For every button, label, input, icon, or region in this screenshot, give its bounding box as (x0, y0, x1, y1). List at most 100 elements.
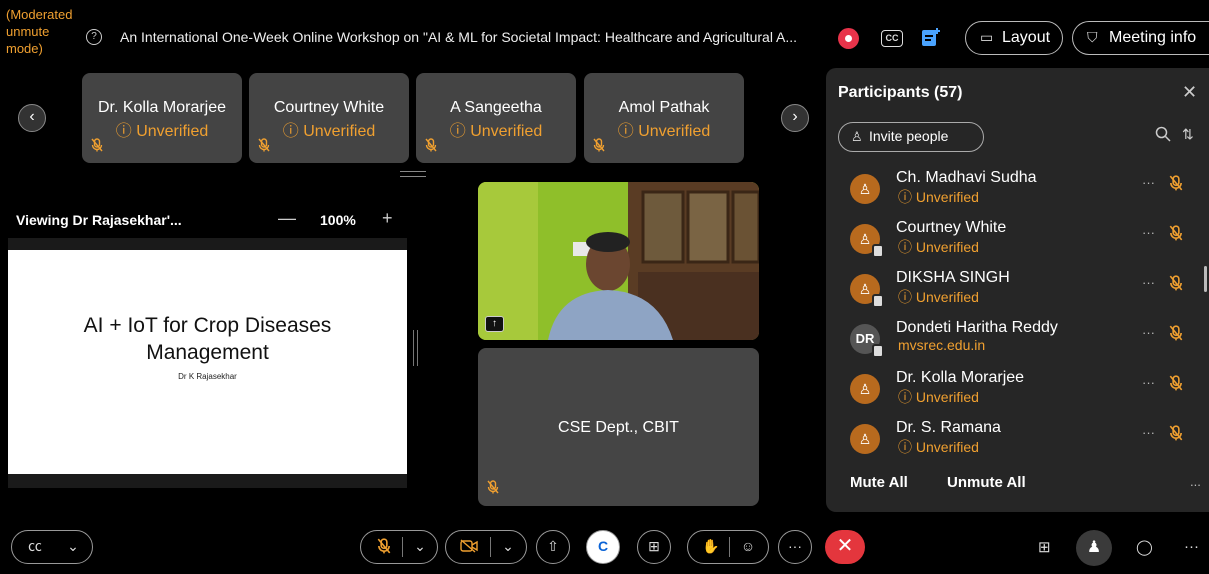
chat-icon[interactable]: ◯ (1136, 538, 1153, 556)
more-options-icon[interactable]: ··· (778, 530, 812, 564)
participant-status: ⓘ Unverified (898, 289, 979, 305)
recording-icon[interactable] (838, 28, 859, 49)
muted-mic-icon[interactable] (1169, 275, 1183, 296)
participant-row[interactable]: ♙ Dr. S. Ramana ⓘ Unverified ··· (826, 412, 1209, 458)
participant-tile[interactable]: A Sangeetha ⓘ Unverified (416, 73, 576, 163)
emoji-icon[interactable]: ☺ (732, 531, 764, 562)
tile-name: A Sangeetha (450, 99, 542, 116)
avatar: ♙ (850, 424, 880, 454)
tile-status: ⓘ Unverified (617, 123, 711, 140)
layout-grid-icon[interactable]: ⊞ (1038, 538, 1051, 556)
invite-people-button[interactable]: ♙ Invite people (838, 122, 984, 152)
share-screen-button[interactable]: ⇧ (536, 530, 570, 564)
previous-page-button[interactable]: ‹ (18, 104, 46, 132)
participant-row[interactable]: ♙ Ch. Madhavi Sudha ⓘ Unverified ··· (826, 162, 1209, 212)
captions-control[interactable]: ㏄ ⌄ (11, 530, 93, 564)
chevron-down-icon[interactable]: ⌄ (405, 531, 435, 562)
participant-list: ♙ Ch. Madhavi Sudha ⓘ Unverified ··· ♙ C… (826, 162, 1209, 458)
participant-tile[interactable]: Amol Pathak ⓘ Unverified (584, 73, 744, 163)
zoom-in-button[interactable]: + (382, 208, 393, 229)
participant-row[interactable]: DR Dondeti Haritha Reddy mvsrec.edu.in ·… (826, 312, 1209, 362)
more-options-icon[interactable]: ··· (1142, 175, 1155, 190)
panel-more-options-icon[interactable]: ... (1190, 474, 1201, 489)
info-icon[interactable]: ? (86, 29, 102, 45)
participants-toggle-icon[interactable]: ♟ (1076, 530, 1112, 566)
muted-mic-icon[interactable] (1169, 175, 1183, 196)
webex-assistant-icon[interactable]: C (586, 530, 620, 564)
tile-status: ⓘ Unverified (449, 123, 543, 140)
device-icon (872, 244, 884, 258)
muted-mic-icon[interactable] (1169, 325, 1183, 346)
reactions-control[interactable]: ✋ ☺ (687, 530, 769, 564)
participant-tile-large[interactable]: CSE Dept., CBIT (478, 348, 759, 506)
participant-name: Courtney White (896, 219, 1007, 236)
participant-status: ⓘ Unverified (898, 239, 979, 255)
participant-status: ⓘ Unverified (898, 189, 979, 205)
slide-title: AI + IoT for Crop Diseases Management (83, 314, 332, 364)
speaker-video[interactable]: ↑ (478, 182, 759, 340)
participant-name: Dondeti Haritha Reddy (896, 319, 1058, 336)
meeting-info-button[interactable]: ⛉ Meeting info (1072, 21, 1209, 55)
muted-mic-icon[interactable] (1169, 425, 1183, 446)
next-page-button[interactable]: › (781, 104, 809, 132)
participants-panel: Participants (57) ✕ ♙ Invite people ⇅ ♙ … (826, 68, 1209, 512)
moderated-unmute-label: (Moderated unmute mode) (6, 7, 73, 56)
more-options-icon[interactable]: ··· (1142, 225, 1155, 240)
more-options-icon[interactable]: ··· (1142, 425, 1155, 440)
more-options-icon[interactable]: ··· (1184, 538, 1199, 555)
bottom-control-bar: ㏄ ⌄ ⌄ ⌄ ⇧ C ⊞ ✋ ☺ ··· ✕ ⊞ ♟ ◯ ··· (0, 516, 1209, 574)
meeting-info-label: Meeting info (1109, 29, 1197, 46)
unmute-all-button[interactable]: Unmute All (947, 474, 1026, 491)
participant-row[interactable]: ♙ Courtney White ⓘ Unverified ··· (826, 212, 1209, 262)
participant-name: DIKSHA SINGH (896, 269, 1010, 286)
search-icon[interactable] (1155, 126, 1171, 142)
microphone-control[interactable]: ⌄ (360, 530, 438, 564)
tile-name: CSE Dept., CBIT (558, 419, 679, 436)
avatar: ♙ (850, 174, 880, 204)
meeting-title: An International One-Week Online Worksho… (120, 29, 798, 45)
closed-captions-icon[interactable]: CC (881, 30, 903, 47)
tile-status: ⓘ Unverified (115, 123, 209, 140)
close-icon[interactable]: ✕ (1182, 82, 1197, 103)
raise-hand-icon[interactable]: ✋ (694, 531, 728, 562)
participant-tile[interactable]: Courtney White ⓘ Unverified (249, 73, 409, 163)
participant-list-scrollbar[interactable] (1204, 266, 1207, 292)
leave-meeting-button[interactable]: ✕ (825, 530, 865, 564)
muted-mic-icon[interactable] (1169, 225, 1183, 246)
zoom-level: 100% (320, 212, 356, 228)
closed-captions-icon[interactable]: ㏄ (18, 531, 52, 562)
more-options-icon[interactable]: ··· (1142, 275, 1155, 290)
participant-name: Dr. S. Ramana (896, 419, 1001, 436)
more-options-icon[interactable]: ··· (1142, 375, 1155, 390)
participant-row[interactable]: ♙ DIKSHA SINGH ⓘ Unverified ··· (826, 262, 1209, 312)
presentation-slide: AI + IoT for Crop Diseases Management Dr… (8, 250, 407, 474)
apps-icon[interactable] (920, 26, 942, 48)
muted-mic-icon (91, 138, 103, 157)
viewing-share-label: Viewing Dr Rajasekhar'... (16, 212, 182, 228)
video-off-icon[interactable] (452, 531, 486, 562)
layout-button[interactable]: ▭ Layout (965, 21, 1063, 55)
mute-all-button[interactable]: Mute All (850, 474, 908, 491)
participant-row[interactable]: ♙ Dr. Kolla Morarjee ⓘ Unverified ··· (826, 362, 1209, 412)
sort-icon[interactable]: ⇅ (1182, 126, 1194, 143)
zoom-out-button[interactable]: — (278, 208, 296, 229)
camera-control[interactable]: ⌄ (445, 530, 527, 564)
shared-content-view[interactable]: AI + IoT for Crop Diseases Management Dr… (8, 238, 407, 488)
participant-name: Dr. Kolla Morarjee (896, 369, 1025, 386)
muted-mic-icon[interactable] (1169, 375, 1183, 396)
chevron-down-icon[interactable]: ⌄ (58, 531, 88, 562)
layout-icon: ▭ (980, 29, 994, 45)
device-icon (872, 294, 884, 308)
share-screen-badge-icon: ↑ (485, 316, 504, 332)
layout-label: Layout (1002, 29, 1051, 46)
more-options-icon[interactable]: ··· (1142, 325, 1155, 340)
mute-mic-icon[interactable] (367, 531, 401, 562)
participant-tile[interactable]: Dr. Kolla Morarjee ⓘ Unverified (82, 73, 242, 163)
participant-name: Ch. Madhavi Sudha (896, 169, 1037, 186)
apps-grid-icon[interactable]: ⊞ (637, 530, 671, 564)
chevron-down-icon[interactable]: ⌄ (493, 531, 523, 562)
stage-resize-handle[interactable] (400, 171, 426, 177)
split-resize-handle[interactable] (413, 330, 418, 366)
top-bar: (Moderated unmute mode) ? An Internation… (0, 0, 1209, 68)
share-header: Viewing Dr Rajasekhar'... — 100% + (8, 206, 408, 236)
